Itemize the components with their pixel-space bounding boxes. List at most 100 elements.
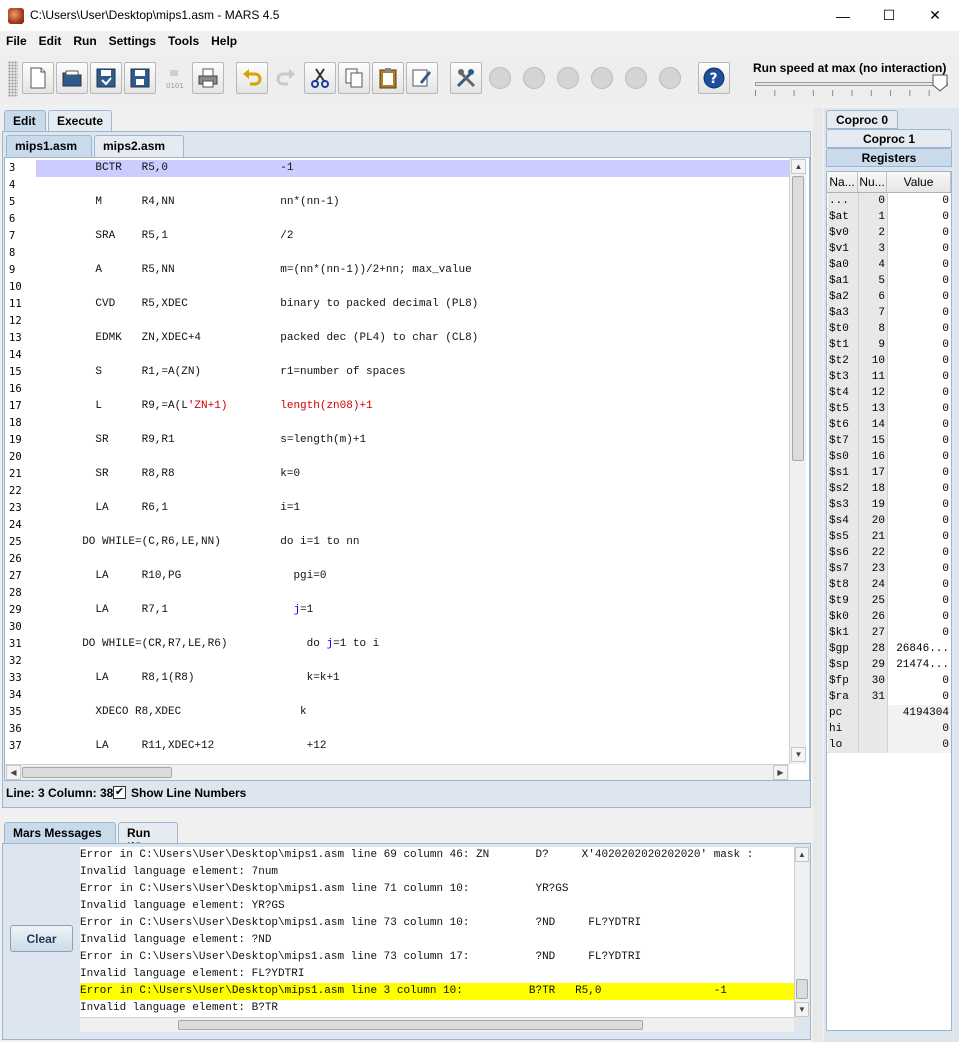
register-row[interactable]: $t5 13 0: [827, 401, 951, 417]
print-button[interactable]: [192, 62, 224, 94]
register-value[interactable]: 0: [887, 545, 951, 561]
tab-execute[interactable]: Execute: [48, 110, 112, 132]
register-value[interactable]: 0: [887, 193, 951, 209]
messages-vertical-scrollbar[interactable]: ▲ ▼: [794, 847, 809, 1017]
register-value[interactable]: 0: [887, 721, 951, 737]
menu-help[interactable]: Help: [205, 31, 243, 53]
menu-run[interactable]: Run: [67, 31, 102, 53]
register-row[interactable]: $sp 29 21474...: [827, 657, 951, 673]
register-value[interactable]: 0: [887, 529, 951, 545]
register-value[interactable]: 4194304: [887, 705, 951, 721]
save-as-button[interactable]: [124, 62, 156, 94]
code-line[interactable]: A R5,NN m=(nn*(nn-1))/2+nn; max_value: [36, 262, 471, 279]
menu-file[interactable]: File: [0, 31, 33, 53]
scroll-left-arrow-icon[interactable]: ◀: [6, 765, 21, 780]
register-value[interactable]: 0: [887, 513, 951, 529]
register-row[interactable]: $a3 7 0: [827, 305, 951, 321]
code-line[interactable]: XDECO R8,XDEC k: [36, 704, 306, 721]
run-speed-slider-thumb[interactable]: [932, 74, 948, 92]
help-button[interactable]: ?: [698, 62, 730, 94]
register-value[interactable]: 0: [887, 369, 951, 385]
register-value[interactable]: 0: [887, 385, 951, 401]
register-row[interactable]: $gp 28 26846...: [827, 641, 951, 657]
register-value[interactable]: 0: [887, 417, 951, 433]
undo-button[interactable]: [236, 62, 268, 94]
messages-text-area[interactable]: Error in C:\Users\User\Desktop\mips1.asm…: [80, 847, 794, 1017]
register-value[interactable]: 0: [887, 449, 951, 465]
scroll-right-arrow-icon[interactable]: ▶: [773, 765, 788, 780]
code-line[interactable]: LA R11,XDEC+12 +12: [36, 738, 326, 755]
register-row[interactable]: $s2 18 0: [827, 481, 951, 497]
register-row[interactable]: $k1 27 0: [827, 625, 951, 641]
register-value[interactable]: 0: [887, 241, 951, 257]
register-row[interactable]: $s4 20 0: [827, 513, 951, 529]
register-row[interactable]: ... 0 0: [827, 193, 951, 209]
scroll-up-arrow-icon[interactable]: ▲: [795, 847, 809, 862]
toolbar-drag-handle[interactable]: [8, 61, 18, 97]
save-button[interactable]: [90, 62, 122, 94]
editor-horizontal-scrollbar[interactable]: ◀ ▶: [5, 764, 789, 780]
register-value[interactable]: 0: [887, 257, 951, 273]
register-row[interactable]: $s0 16 0: [827, 449, 951, 465]
register-row[interactable]: $ra 31 0: [827, 689, 951, 705]
register-value[interactable]: 26846...: [887, 641, 951, 657]
register-row[interactable]: $s3 19 0: [827, 497, 951, 513]
register-row[interactable]: $t7 15 0: [827, 433, 951, 449]
panel-splitter[interactable]: [813, 108, 823, 1042]
register-row[interactable]: $t2 10 0: [827, 353, 951, 369]
run-speed-slider[interactable]: [755, 82, 948, 86]
register-row[interactable]: $t0 8 0: [827, 321, 951, 337]
tab-edit[interactable]: Edit: [4, 110, 46, 132]
register-value[interactable]: 0: [887, 225, 951, 241]
register-row[interactable]: $a2 6 0: [827, 289, 951, 305]
code-editor[interactable]: BCTR R5,0 -1 M R4,NN nn*(nn-1) SRA R5,1 …: [36, 158, 789, 764]
code-line[interactable]: M R4,NN nn*(nn-1): [36, 194, 339, 211]
scroll-down-arrow-icon[interactable]: ▼: [791, 747, 806, 762]
file-tab-mips2[interactable]: mips2.asm: [94, 135, 184, 157]
register-value[interactable]: 0: [887, 673, 951, 689]
code-line[interactable]: LA R8,1(R8) k=k+1: [36, 670, 339, 687]
register-value[interactable]: 0: [887, 481, 951, 497]
tab-run-io[interactable]: Run I/O: [118, 822, 178, 854]
code-line[interactable]: LA R10,PG pgi=0: [36, 568, 326, 585]
register-row[interactable]: hi 0: [827, 721, 951, 737]
minimize-button[interactable]: —: [820, 0, 866, 31]
file-tab-mips1[interactable]: mips1.asm: [6, 135, 92, 157]
register-row[interactable]: $a1 5 0: [827, 273, 951, 289]
register-value[interactable]: 0: [887, 737, 951, 753]
dump-memory-button[interactable]: 0101: [158, 62, 190, 94]
code-line[interactable]: S R1,=A(ZN) r1=number of spaces: [36, 364, 405, 381]
code-line[interactable]: SR R8,R8 k=0: [36, 466, 300, 483]
register-row[interactable]: $t1 9 0: [827, 337, 951, 353]
register-row[interactable]: $at 1 0: [827, 209, 951, 225]
register-value[interactable]: 0: [887, 337, 951, 353]
run-button[interactable]: [484, 62, 516, 94]
menu-settings[interactable]: Settings: [103, 31, 162, 53]
new-file-button[interactable]: [22, 62, 54, 94]
backstep-button[interactable]: [552, 62, 584, 94]
clear-button[interactable]: Clear: [10, 925, 73, 952]
column-header-name[interactable]: Na...: [827, 172, 858, 193]
redo-button[interactable]: [270, 62, 302, 94]
tab-registers[interactable]: Registers: [826, 148, 952, 167]
register-value[interactable]: 0: [887, 305, 951, 321]
maximize-button[interactable]: ☐: [866, 0, 912, 31]
scroll-up-arrow-icon[interactable]: ▲: [791, 159, 806, 174]
scroll-down-arrow-icon[interactable]: ▼: [795, 1002, 809, 1017]
register-value[interactable]: 0: [887, 465, 951, 481]
editor-horizontal-scroll-thumb[interactable]: [22, 767, 172, 778]
show-line-numbers-checkbox[interactable]: ✔: [113, 786, 126, 799]
pause-button[interactable]: [586, 62, 618, 94]
register-value[interactable]: 0: [887, 353, 951, 369]
code-line[interactable]: EDMK ZN,XDEC+4 packed dec (PL4) to char …: [36, 330, 478, 347]
code-line[interactable]: BCTR R5,0 -1: [36, 160, 293, 177]
copy-button[interactable]: [338, 62, 370, 94]
register-row[interactable]: $v1 3 0: [827, 241, 951, 257]
register-value[interactable]: 0: [887, 577, 951, 593]
code-line[interactable]: LA R7,1 j=1: [36, 602, 313, 619]
column-header-value[interactable]: Value: [887, 172, 951, 193]
register-value[interactable]: 0: [887, 561, 951, 577]
register-value[interactable]: 0: [887, 209, 951, 225]
code-line[interactable]: SRA R5,1 /2: [36, 228, 293, 245]
register-row[interactable]: $t8 24 0: [827, 577, 951, 593]
